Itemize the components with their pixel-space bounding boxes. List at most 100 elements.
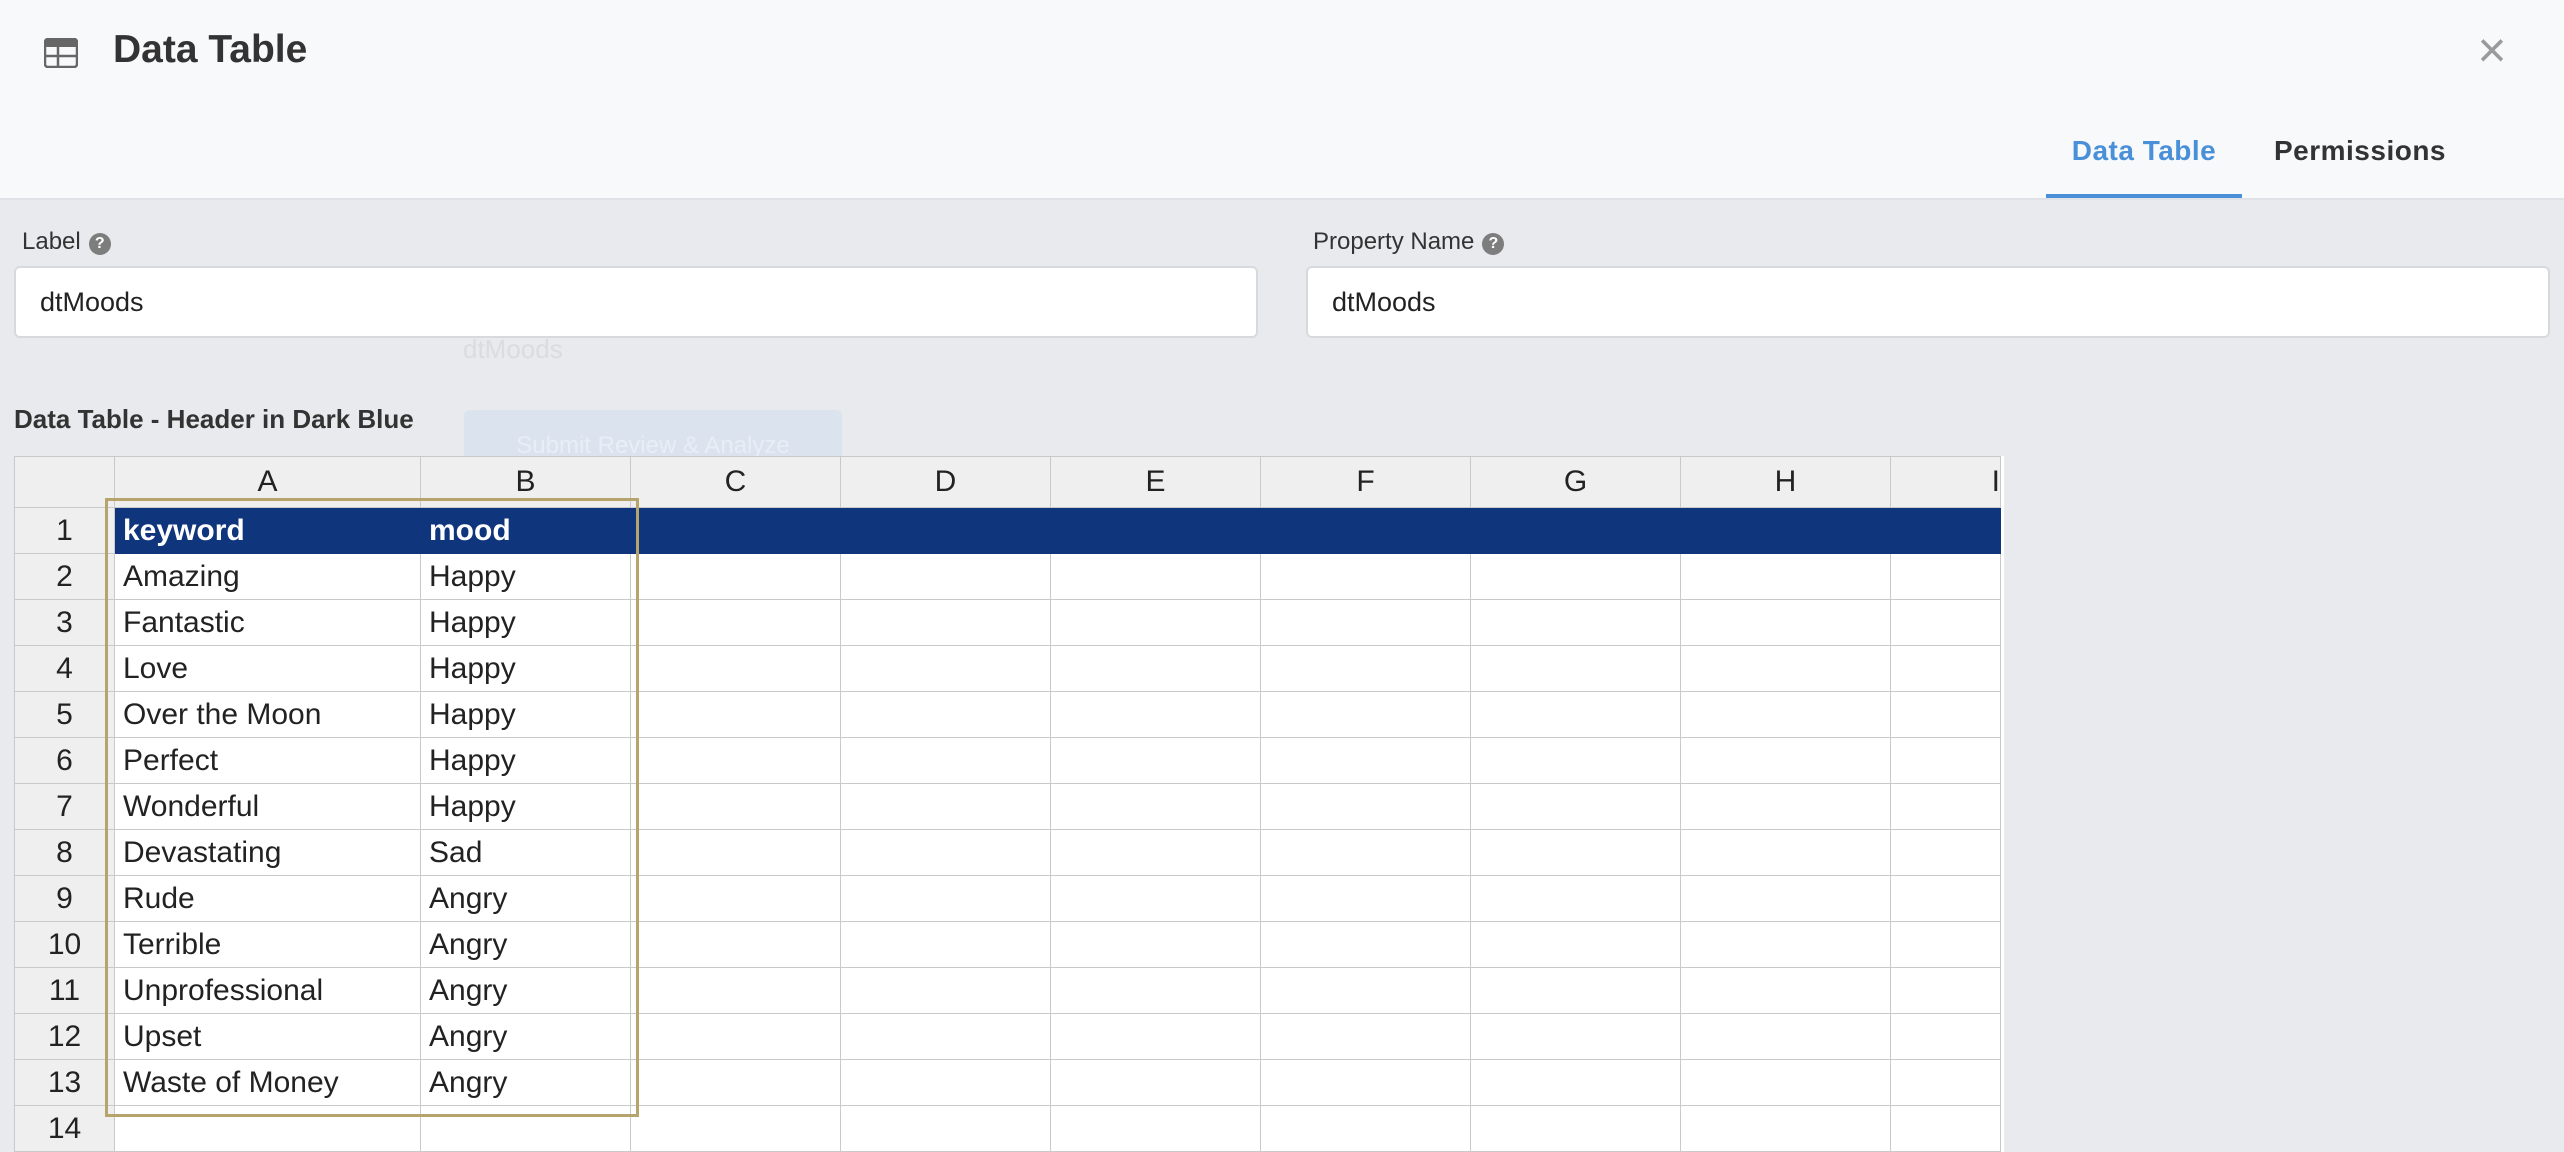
sheet-cell[interactable]: [1050, 645, 1261, 692]
sheet-cell[interactable]: [420, 1105, 631, 1152]
sheet-cell[interactable]: [1470, 691, 1681, 738]
sheet-cell[interactable]: Sad: [420, 829, 631, 876]
spreadsheet[interactable]: A B C D E F G H I 1 keyword mood 2 Amazing Ha…: [14, 456, 2004, 1152]
column-header[interactable]: G: [1470, 456, 1681, 508]
sheet-cell[interactable]: [630, 691, 841, 738]
sheet-cell[interactable]: [1890, 829, 2001, 876]
column-header[interactable]: D: [840, 456, 1051, 508]
row-number[interactable]: 11: [14, 967, 115, 1014]
sheet-cell[interactable]: Upset: [114, 1013, 421, 1060]
sheet-cell[interactable]: [630, 1013, 841, 1060]
sheet-cell[interactable]: [1260, 737, 1471, 784]
sheet-cell[interactable]: [1890, 875, 2001, 922]
sheet-cell[interactable]: [1890, 691, 2001, 738]
sheet-cell[interactable]: [630, 507, 841, 554]
sheet-cell[interactable]: [1050, 1105, 1261, 1152]
sheet-cell[interactable]: [1470, 553, 1681, 600]
sheet-cell[interactable]: [1260, 553, 1471, 600]
sheet-cell[interactable]: [840, 967, 1051, 1014]
sheet-cell[interactable]: [1470, 783, 1681, 830]
sheet-cell[interactable]: [1890, 507, 2001, 554]
sheet-cell[interactable]: Happy: [420, 737, 631, 784]
sheet-cell[interactable]: [630, 599, 841, 646]
sheet-cell[interactable]: [630, 553, 841, 600]
row-number[interactable]: 6: [14, 737, 115, 784]
sheet-cell[interactable]: [1680, 1013, 1891, 1060]
sheet-cell[interactable]: [1050, 829, 1261, 876]
label-input[interactable]: [14, 266, 1258, 338]
sheet-cell[interactable]: [1260, 875, 1471, 922]
sheet-cell[interactable]: [840, 737, 1051, 784]
sheet-cell[interactable]: [1050, 507, 1261, 554]
sheet-cell[interactable]: [1470, 1013, 1681, 1060]
sheet-cell[interactable]: Waste of Money: [114, 1059, 421, 1106]
sheet-cell[interactable]: Over the Moon: [114, 691, 421, 738]
sheet-cell[interactable]: [630, 737, 841, 784]
sheet-cell[interactable]: Angry: [420, 1059, 631, 1106]
sheet-cell[interactable]: [1050, 553, 1261, 600]
sheet-cell[interactable]: Happy: [420, 645, 631, 692]
sheet-cell[interactable]: [1260, 1105, 1471, 1152]
sheet-cell[interactable]: Happy: [420, 691, 631, 738]
sheet-cell[interactable]: Devastating: [114, 829, 421, 876]
sheet-cell[interactable]: [1680, 691, 1891, 738]
row-number[interactable]: 4: [14, 645, 115, 692]
sheet-cell[interactable]: [1890, 967, 2001, 1014]
row-number[interactable]: 14: [14, 1105, 115, 1152]
sheet-cell[interactable]: Rude: [114, 875, 421, 922]
column-header[interactable]: E: [1050, 456, 1261, 508]
sheet-cell[interactable]: [840, 1105, 1051, 1152]
sheet-cell[interactable]: [1680, 875, 1891, 922]
sheet-cell[interactable]: [1680, 1105, 1891, 1152]
sheet-cell[interactable]: [1470, 829, 1681, 876]
sheet-cell[interactable]: [1890, 1059, 2001, 1106]
row-number[interactable]: 3: [14, 599, 115, 646]
row-number[interactable]: 12: [14, 1013, 115, 1060]
sheet-cell[interactable]: [840, 645, 1051, 692]
sheet-cell[interactable]: Happy: [420, 599, 631, 646]
sheet-cell[interactable]: Unprofessional: [114, 967, 421, 1014]
corner-cell[interactable]: [14, 456, 115, 508]
sheet-cell[interactable]: [1890, 737, 2001, 784]
sheet-cell[interactable]: [1050, 599, 1261, 646]
sheet-cell[interactable]: Happy: [420, 783, 631, 830]
sheet-cell[interactable]: keyword: [114, 507, 421, 554]
sheet-cell[interactable]: [1680, 737, 1891, 784]
sheet-cell[interactable]: [1680, 921, 1891, 968]
sheet-cell[interactable]: [1050, 921, 1261, 968]
sheet-cell[interactable]: Angry: [420, 1013, 631, 1060]
row-number[interactable]: 8: [14, 829, 115, 876]
sheet-cell[interactable]: [1260, 921, 1471, 968]
sheet-cell[interactable]: [1470, 737, 1681, 784]
sheet-cell[interactable]: [1890, 783, 2001, 830]
sheet-cell[interactable]: Fantastic: [114, 599, 421, 646]
sheet-cell[interactable]: [1890, 553, 2001, 600]
sheet-cell[interactable]: [1470, 967, 1681, 1014]
column-header[interactable]: C: [630, 456, 841, 508]
tab-permissions[interactable]: Permissions: [2260, 135, 2460, 167]
sheet-cell[interactable]: [840, 1013, 1051, 1060]
sheet-cell[interactable]: [1890, 921, 2001, 968]
sheet-cell[interactable]: [1680, 507, 1891, 554]
help-icon[interactable]: ?: [88, 233, 111, 255]
sheet-cell[interactable]: Love: [114, 645, 421, 692]
sheet-cell[interactable]: [1680, 1059, 1891, 1106]
column-header[interactable]: H: [1680, 456, 1891, 508]
sheet-cell[interactable]: [630, 783, 841, 830]
help-icon[interactable]: ?: [1482, 233, 1505, 255]
sheet-cell[interactable]: [840, 691, 1051, 738]
row-number[interactable]: 9: [14, 875, 115, 922]
sheet-cell[interactable]: [840, 783, 1051, 830]
sheet-cell[interactable]: [1470, 599, 1681, 646]
sheet-cell[interactable]: [1260, 829, 1471, 876]
column-header[interactable]: A: [114, 456, 421, 508]
sheet-cell[interactable]: [840, 553, 1051, 600]
sheet-cell[interactable]: [1680, 967, 1891, 1014]
spreadsheet-grid[interactable]: A B C D E F G H I 1 keyword mood 2 Amazing Ha…: [14, 456, 2001, 1152]
sheet-cell[interactable]: [1470, 645, 1681, 692]
sheet-cell[interactable]: [1680, 645, 1891, 692]
sheet-cell[interactable]: [1470, 875, 1681, 922]
sheet-cell[interactable]: Angry: [420, 875, 631, 922]
sheet-cell[interactable]: [1470, 1059, 1681, 1106]
sheet-cell[interactable]: [114, 1105, 421, 1152]
